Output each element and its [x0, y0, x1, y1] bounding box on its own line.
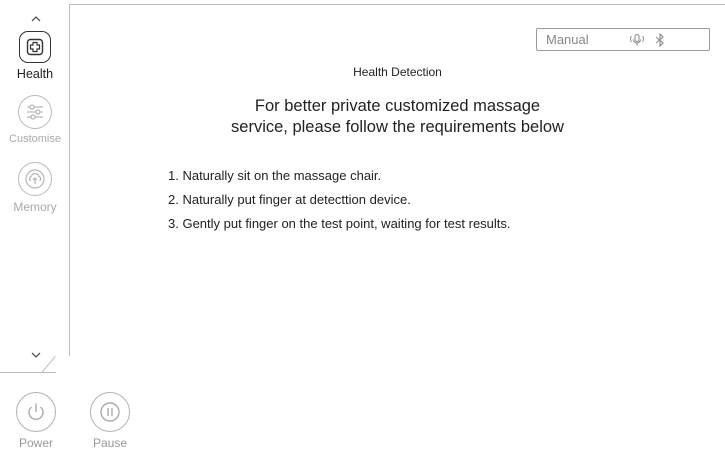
sidebar-bottom-border [0, 372, 56, 373]
pause-button[interactable]: Pause [85, 392, 135, 450]
top-border [70, 4, 725, 5]
list-item: 2. Naturally put finger at detecttion de… [168, 192, 411, 207]
requirements-list: 1. Naturally sit on the massage chair. 2… [168, 168, 511, 240]
list-item: 1. Naturally sit on the massage chair. [168, 168, 382, 183]
mode-label: Manual [546, 32, 589, 47]
power-label: Power [18, 436, 53, 450]
bluetooth-icon [654, 32, 666, 47]
power-button[interactable]: Power [11, 392, 61, 450]
cloud-upload-icon [18, 162, 52, 196]
sidebar-item-health[interactable]: Health [0, 31, 70, 81]
mode-status-bar[interactable]: Manual [536, 28, 710, 51]
pause-icon [90, 392, 130, 432]
chevron-down-icon[interactable] [29, 348, 43, 362]
headline-line-1: For better private customized massage [254, 97, 541, 115]
chevron-up-icon[interactable] [29, 12, 43, 26]
sidebar-corner [41, 356, 56, 373]
sidebar-item-label: Customise [9, 133, 61, 145]
sliders-icon [18, 95, 52, 129]
pause-label: Pause [92, 436, 128, 450]
sidebar: Health Customise Memory [0, 0, 70, 373]
list-item: 3. Gently put finger on the test point, … [168, 216, 511, 231]
power-icon [16, 392, 56, 432]
headline: For better private customized massage se… [70, 96, 725, 138]
health-cross-icon [19, 31, 51, 63]
sidebar-item-memory[interactable]: Memory [0, 162, 70, 214]
headline-line-2: service, please follow the requirements … [231, 118, 564, 136]
sidebar-item-label: Memory [13, 200, 57, 214]
sidebar-item-label: Health [16, 67, 54, 81]
sidebar-item-customise[interactable]: Customise [0, 95, 70, 145]
voice-icon [628, 33, 646, 47]
page-title: Health Detection [353, 65, 442, 79]
